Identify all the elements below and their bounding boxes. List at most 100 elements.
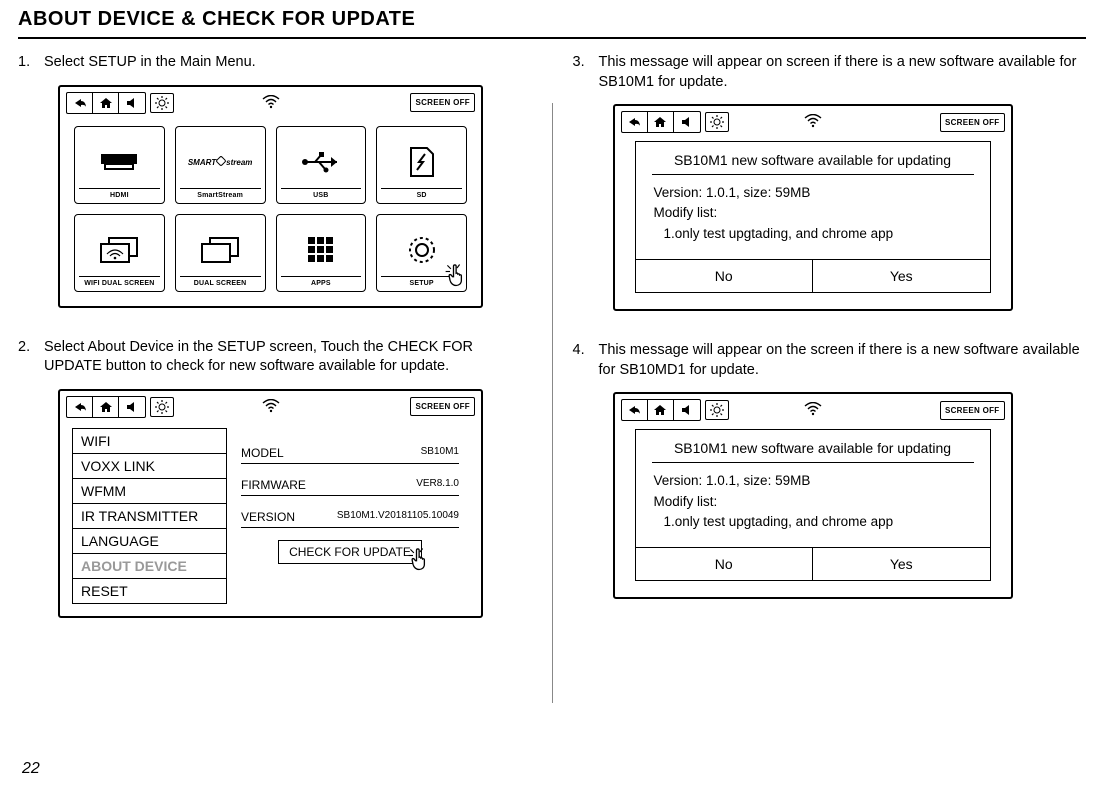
device-topbar: SCREEN OFF (66, 92, 475, 114)
screen-off-button[interactable]: SCREEN OFF (410, 93, 475, 112)
usb-icon (281, 137, 362, 188)
wifi-icon (262, 399, 280, 413)
version-value: SB10M1.V20181105.10049 (337, 510, 459, 524)
screen-off-button[interactable]: SCREEN OFF (410, 397, 475, 416)
dual-screen-icon (180, 225, 261, 276)
dialog-no-button[interactable]: No (636, 260, 814, 292)
smartstream-icon: SMARTstream (180, 137, 261, 188)
dialog-body: Version: 1.0.1, size: 59MB Modify list: … (636, 463, 990, 547)
wifi-dual-screen-icon (79, 225, 160, 276)
menu-item-voxx-link[interactable]: VOXX LINK (73, 454, 226, 479)
topbar-nav-group (621, 399, 701, 421)
wifi-icon (804, 402, 822, 416)
brightness-icon[interactable] (150, 397, 174, 417)
tile-label: SD (381, 188, 462, 199)
step-text: This message will appear on the screen i… (599, 341, 1087, 380)
brightness-icon[interactable] (150, 93, 174, 113)
dialog-version-line: Version: 1.0.1, size: 59MB (654, 183, 972, 203)
step-number: 4. (573, 341, 599, 380)
dialog-no-button[interactable]: No (636, 548, 814, 580)
home-icon[interactable] (93, 397, 119, 417)
update-dialog-screenshot-1: SCREEN OFF SB10M1 new software available… (613, 104, 1013, 311)
version-row: VERSION SB10M1.V20181105.10049 (241, 502, 459, 528)
tile-apps[interactable]: APPS (276, 214, 367, 292)
menu-item-about-device[interactable]: ABOUT DEVICE (73, 554, 226, 579)
screen-off-button[interactable]: SCREEN OFF (940, 401, 1005, 420)
volume-icon[interactable] (119, 93, 145, 113)
tile-label: DUAL SCREEN (180, 276, 261, 287)
tile-label: WIFI DUAL SCREEN (79, 276, 160, 287)
apps-icon (281, 225, 362, 276)
volume-icon[interactable] (119, 397, 145, 417)
step-2: 2. Select About Device in the SETUP scre… (18, 338, 532, 377)
main-menu-screenshot: SCREEN OFF HDMI SMARTstream SmartStream … (58, 85, 483, 308)
tile-usb[interactable]: USB (276, 126, 367, 204)
dialog-yes-button[interactable]: Yes (813, 260, 990, 292)
left-column: 1. Select SETUP in the Main Menu. (18, 53, 532, 703)
sd-icon (381, 137, 462, 188)
menu-item-wfmm[interactable]: WFMM (73, 479, 226, 504)
back-icon[interactable] (67, 93, 93, 113)
tile-label: USB (281, 188, 362, 199)
hdmi-icon (79, 137, 160, 188)
topbar-nav-group (66, 396, 146, 418)
menu-item-reset[interactable]: RESET (73, 579, 226, 603)
step-text: Select About Device in the SETUP screen,… (44, 338, 532, 377)
page-title-bar: ABOUT DEVICE & CHECK FOR UPDATE (18, 0, 1086, 39)
menu-item-wifi[interactable]: WIFI (73, 429, 226, 454)
back-icon[interactable] (622, 400, 648, 420)
tile-dual-screen[interactable]: DUAL SCREEN (175, 214, 266, 292)
dialog-body: Version: 1.0.1, size: 59MB Modify list: … (636, 175, 990, 259)
dialog-modify-item: 1.only test upgtading, and chrome app (654, 224, 972, 244)
home-icon[interactable] (648, 112, 674, 132)
tile-label: HDMI (79, 188, 160, 199)
screen-off-button[interactable]: SCREEN OFF (940, 113, 1005, 132)
home-icon[interactable] (93, 93, 119, 113)
tile-sd[interactable]: SD (376, 126, 467, 204)
back-icon[interactable] (67, 397, 93, 417)
dialog-buttons: No Yes (636, 547, 990, 580)
topbar-nav-group (66, 92, 146, 114)
brightness-icon[interactable] (705, 400, 729, 420)
check-for-update-button[interactable]: CHECK FOR UPDATE (278, 540, 422, 564)
setup-menu: WIFI VOXX LINK WFMM IR TRANSMITTER LANGU… (72, 428, 227, 604)
model-value: SB10M1 (421, 446, 459, 460)
tile-smartstream[interactable]: SMARTstream SmartStream (175, 126, 266, 204)
firmware-row: FIRMWARE VER8.1.0 (241, 470, 459, 496)
step-4: 4. This message will appear on the scree… (573, 341, 1087, 380)
tile-hdmi[interactable]: HDMI (74, 126, 165, 204)
tile-label: APPS (281, 276, 362, 287)
back-icon[interactable] (622, 112, 648, 132)
main-menu-tiles: HDMI SMARTstream SmartStream USB SD (66, 120, 475, 298)
step-number: 1. (18, 53, 44, 73)
dialog-title: SB10M1 new software available for updati… (652, 142, 974, 175)
update-dialog: SB10M1 new software available for updati… (635, 429, 991, 581)
column-divider (552, 103, 553, 703)
about-device-screenshot: SCREEN OFF WIFI VOXX LINK WFMM IR TRANSM… (58, 389, 483, 618)
menu-item-ir-transmitter[interactable]: IR TRANSMITTER (73, 504, 226, 529)
dialog-modify-label: Modify list: (654, 492, 972, 512)
dialog-modify-item: 1.only test upgtading, and chrome app (654, 512, 972, 532)
volume-icon[interactable] (674, 400, 700, 420)
dialog-yes-button[interactable]: Yes (813, 548, 990, 580)
page-title: ABOUT DEVICE & CHECK FOR UPDATE (18, 8, 1086, 31)
volume-icon[interactable] (674, 112, 700, 132)
update-dialog-screenshot-2: SCREEN OFF SB10M1 new software available… (613, 392, 1013, 599)
home-icon[interactable] (648, 400, 674, 420)
topbar-nav-group (621, 111, 701, 133)
tile-wifi-dual-screen[interactable]: WIFI DUAL SCREEN (74, 214, 165, 292)
brightness-icon[interactable] (705, 112, 729, 132)
firmware-value: VER8.1.0 (416, 478, 459, 492)
model-label: MODEL (241, 446, 284, 460)
dialog-buttons: No Yes (636, 259, 990, 292)
wifi-icon (262, 95, 280, 109)
device-topbar: SCREEN OFF (621, 399, 1005, 421)
dialog-modify-label: Modify list: (654, 203, 972, 223)
right-column: 3. This message will appear on screen if… (573, 53, 1087, 703)
about-device-panel: MODEL SB10M1 FIRMWARE VER8.1.0 VERSION S… (227, 428, 469, 604)
step-number: 3. (573, 53, 599, 92)
menu-item-language[interactable]: LANGUAGE (73, 529, 226, 554)
tile-setup[interactable]: SETUP (376, 214, 467, 292)
wifi-icon (804, 114, 822, 128)
dialog-version-line: Version: 1.0.1, size: 59MB (654, 471, 972, 491)
